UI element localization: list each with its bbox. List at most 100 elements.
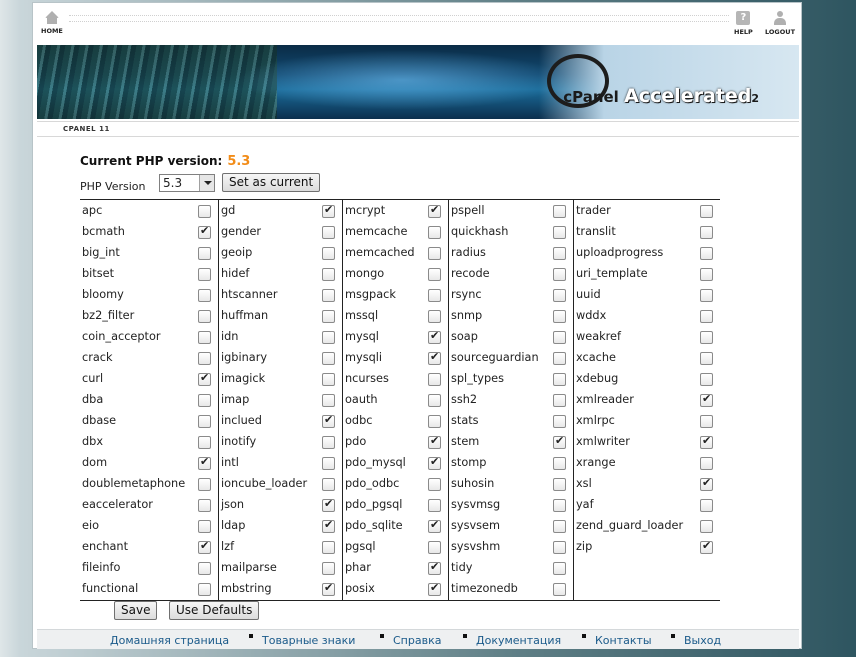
extension-checkbox[interactable] — [428, 329, 441, 344]
extension-checkbox[interactable] — [700, 520, 713, 533]
extension-checkbox[interactable] — [322, 541, 335, 554]
extension-checkbox[interactable] — [553, 434, 566, 449]
extension-checkbox[interactable] — [553, 457, 566, 470]
extension-checkbox[interactable] — [700, 331, 713, 344]
extension-checkbox[interactable] — [700, 476, 713, 491]
extension-checkbox[interactable] — [198, 224, 211, 239]
extension-checkbox[interactable] — [700, 499, 713, 512]
extension-checkbox[interactable] — [198, 331, 211, 344]
extension-checkbox[interactable] — [322, 497, 335, 512]
extension-checkbox[interactable] — [553, 520, 566, 533]
save-button[interactable]: Save — [114, 601, 158, 620]
extension-checkbox[interactable] — [428, 518, 441, 533]
extension-checkbox[interactable] — [198, 499, 211, 512]
extension-checkbox[interactable] — [700, 289, 713, 302]
extension-checkbox[interactable] — [553, 478, 566, 491]
extension-checkbox[interactable] — [322, 562, 335, 575]
extension-checkbox[interactable] — [553, 331, 566, 344]
extension-checkbox[interactable] — [428, 541, 441, 554]
breadcrumb-cpanel[interactable]: CPANEL 11 — [63, 125, 110, 133]
extension-checkbox[interactable] — [553, 247, 566, 260]
footer-link[interactable]: Товарные знаки — [262, 634, 355, 647]
extension-checkbox[interactable] — [198, 205, 211, 218]
extension-checkbox[interactable] — [322, 247, 335, 260]
extension-checkbox[interactable] — [553, 394, 566, 407]
extension-checkbox[interactable] — [322, 352, 335, 365]
extension-checkbox[interactable] — [553, 352, 566, 365]
extension-checkbox[interactable] — [198, 436, 211, 449]
extension-checkbox[interactable] — [322, 478, 335, 491]
extension-checkbox[interactable] — [322, 394, 335, 407]
extension-checkbox[interactable] — [198, 415, 211, 428]
footer-link[interactable]: Выход — [684, 634, 721, 647]
extension-checkbox[interactable] — [322, 289, 335, 302]
extension-checkbox[interactable] — [198, 562, 211, 575]
extension-checkbox[interactable] — [428, 499, 441, 512]
extension-checkbox[interactable] — [553, 205, 566, 218]
extension-checkbox[interactable] — [553, 541, 566, 554]
extension-checkbox[interactable] — [428, 478, 441, 491]
logout-button[interactable]: LOGOUT — [765, 11, 795, 36]
extension-checkbox[interactable] — [700, 205, 713, 218]
extension-checkbox[interactable] — [198, 539, 211, 554]
extension-checkbox[interactable] — [553, 310, 566, 323]
extension-checkbox[interactable] — [198, 247, 211, 260]
footer-link[interactable]: Домашняя страница — [110, 634, 229, 647]
extension-checkbox[interactable] — [198, 352, 211, 365]
help-button[interactable]: ? HELP — [734, 11, 753, 36]
extension-checkbox[interactable] — [322, 331, 335, 344]
extension-checkbox[interactable] — [700, 457, 713, 470]
extension-checkbox[interactable] — [428, 581, 441, 596]
extension-checkbox[interactable] — [428, 394, 441, 407]
chevron-down-icon[interactable] — [199, 175, 214, 191]
extension-checkbox[interactable] — [198, 371, 211, 386]
extension-checkbox[interactable] — [553, 289, 566, 302]
extension-checkbox[interactable] — [700, 268, 713, 281]
extension-checkbox[interactable] — [553, 226, 566, 239]
use-defaults-button[interactable]: Use Defaults — [169, 601, 260, 620]
extension-checkbox[interactable] — [322, 581, 335, 596]
home-button[interactable]: HOME — [41, 11, 63, 35]
extension-checkbox[interactable] — [428, 203, 441, 218]
extension-checkbox[interactable] — [553, 499, 566, 512]
extension-checkbox[interactable] — [700, 247, 713, 260]
extension-checkbox[interactable] — [198, 520, 211, 533]
extension-checkbox[interactable] — [198, 455, 211, 470]
extension-checkbox[interactable] — [553, 268, 566, 281]
extension-checkbox[interactable] — [322, 518, 335, 533]
extension-checkbox[interactable] — [198, 289, 211, 302]
extension-checkbox[interactable] — [198, 583, 211, 596]
extension-checkbox[interactable] — [700, 539, 713, 554]
extension-checkbox[interactable] — [553, 562, 566, 575]
extension-checkbox[interactable] — [553, 373, 566, 386]
extension-checkbox[interactable] — [428, 455, 441, 470]
extension-checkbox[interactable] — [700, 415, 713, 428]
extension-checkbox[interactable] — [322, 310, 335, 323]
extension-checkbox[interactable] — [700, 226, 713, 239]
extension-checkbox[interactable] — [322, 457, 335, 470]
extension-checkbox[interactable] — [700, 310, 713, 323]
extension-checkbox[interactable] — [428, 415, 441, 428]
extension-checkbox[interactable] — [428, 226, 441, 239]
footer-link[interactable]: Контакты — [595, 634, 652, 647]
php-version-select[interactable]: 5.3 — [159, 174, 215, 192]
extension-checkbox[interactable] — [198, 310, 211, 323]
extension-checkbox[interactable] — [322, 413, 335, 428]
extension-checkbox[interactable] — [428, 268, 441, 281]
extension-checkbox[interactable] — [198, 478, 211, 491]
extension-checkbox[interactable] — [322, 373, 335, 386]
extension-checkbox[interactable] — [700, 392, 713, 407]
extension-checkbox[interactable] — [428, 350, 441, 365]
extension-checkbox[interactable] — [322, 268, 335, 281]
extension-checkbox[interactable] — [428, 560, 441, 575]
extension-checkbox[interactable] — [428, 373, 441, 386]
extension-checkbox[interactable] — [428, 310, 441, 323]
footer-link[interactable]: Документация — [476, 634, 561, 647]
footer-link[interactable]: Справка — [393, 634, 441, 647]
extension-checkbox[interactable] — [198, 394, 211, 407]
extension-checkbox[interactable] — [322, 226, 335, 239]
extension-checkbox[interactable] — [428, 434, 441, 449]
extension-checkbox[interactable] — [553, 583, 566, 596]
extension-checkbox[interactable] — [700, 373, 713, 386]
extension-checkbox[interactable] — [322, 436, 335, 449]
